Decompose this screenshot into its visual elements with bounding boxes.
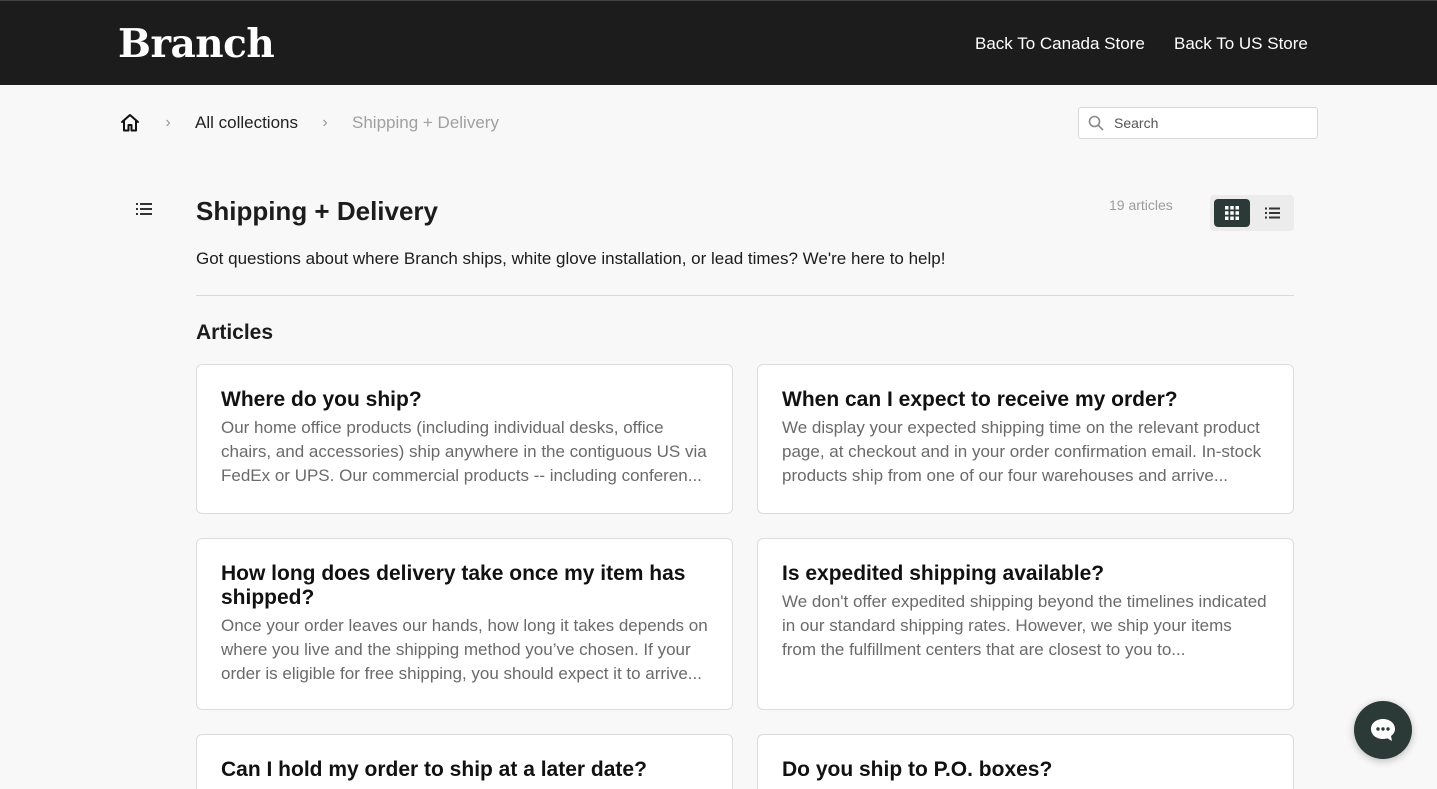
article-excerpt: We display your expected shipping time o…	[782, 418, 1262, 485]
article-title: How long does delivery take once my item…	[221, 562, 686, 609]
article-count: 19 articles	[1109, 197, 1173, 213]
chat-bubble-icon	[1371, 719, 1395, 741]
back-to-canada-store-link[interactable]: Back To Canada Store	[975, 34, 1145, 54]
list-view-button[interactable]	[1254, 199, 1290, 227]
article-excerpt: We don't offer expedited shipping beyond…	[782, 592, 1267, 659]
grid-icon	[1225, 206, 1239, 220]
article-title: Where do you ship?	[221, 388, 422, 411]
breadcrumb: › All collections › Shipping + Delivery	[119, 112, 499, 134]
search-icon	[1088, 115, 1104, 131]
divider	[196, 295, 1294, 296]
article-card[interactable]: Where do you ship? Our home office produ…	[196, 364, 733, 514]
top-bar: Branch Back To Canada Store Back To US S…	[0, 0, 1437, 85]
search-box[interactable]	[1078, 107, 1318, 139]
chevron-right-icon: ›	[322, 114, 328, 131]
article-title: When can I expect to receive my order?	[782, 388, 1178, 411]
article-card[interactable]: Is expedited shipping available? We don'…	[757, 538, 1294, 710]
article-card[interactable]: Do you ship to P.O. boxes?	[757, 734, 1294, 789]
article-excerpt: Once your order leaves our hands, how lo…	[221, 616, 708, 683]
chat-launcher-button[interactable]	[1354, 701, 1412, 759]
articles-heading: Articles	[196, 321, 274, 344]
table-of-contents-icon[interactable]	[136, 202, 152, 216]
chevron-right-icon: ›	[165, 114, 171, 131]
collection-description: Got questions about where Branch ships, …	[196, 249, 946, 268]
article-card[interactable]: When can I expect to receive my order? W…	[757, 364, 1294, 514]
search-input[interactable]	[1114, 115, 1304, 131]
breadcrumb-all-collections[interactable]: All collections	[195, 113, 298, 133]
article-title: Is expedited shipping available?	[782, 562, 1105, 585]
article-card[interactable]: How long does delivery take once my item…	[196, 538, 733, 710]
article-title: Can I hold my order to ship at a later d…	[221, 758, 647, 781]
view-toggle	[1210, 195, 1294, 231]
article-card[interactable]: Can I hold my order to ship at a later d…	[196, 734, 733, 789]
branch-logo[interactable]: Branch	[118, 21, 275, 67]
collection-title: Shipping + Delivery	[196, 196, 439, 226]
home-icon[interactable]	[119, 112, 141, 134]
list-icon	[1264, 207, 1280, 219]
back-to-us-store-link[interactable]: Back To US Store	[1174, 34, 1308, 54]
grid-view-button[interactable]	[1214, 199, 1250, 227]
article-excerpt: Our home office products (including indi…	[221, 418, 707, 485]
article-title: Do you ship to P.O. boxes?	[782, 758, 1053, 781]
breadcrumb-current: Shipping + Delivery	[352, 113, 499, 132]
